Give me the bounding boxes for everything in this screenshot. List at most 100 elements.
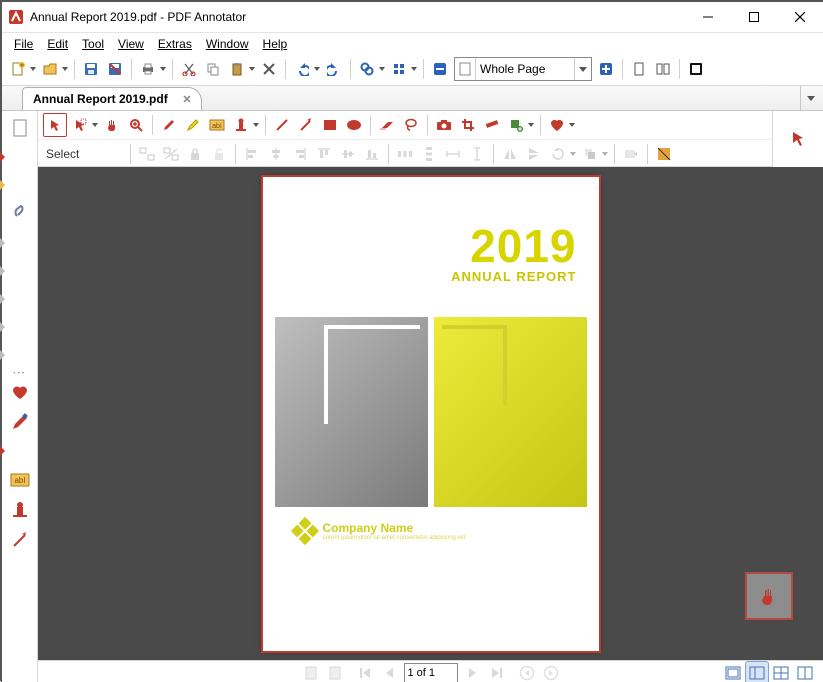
tool-pan[interactable] [101, 114, 123, 136]
sidetab-favorite[interactable] [6, 378, 34, 406]
nav-center: 1 of 1 [299, 662, 563, 682]
align-middle [337, 143, 359, 165]
marker-yellow[interactable] [0, 171, 5, 199]
minimize-button[interactable] [685, 2, 731, 32]
company-name: Company Name [323, 521, 414, 535]
menu-tool[interactable]: Tool [76, 35, 110, 53]
new-button[interactable] [7, 58, 37, 80]
tool-crop[interactable] [457, 114, 479, 136]
maximize-button[interactable] [731, 2, 777, 32]
tool-highlighter[interactable] [182, 114, 204, 136]
distribute-v [418, 143, 440, 165]
next-page-button [462, 662, 484, 682]
marker-gray-5[interactable] [0, 341, 5, 369]
page-icon [455, 58, 476, 80]
sidetab-arrow[interactable] [6, 526, 34, 554]
save-button[interactable] [80, 58, 102, 80]
paste-button[interactable] [226, 58, 256, 80]
tool-add[interactable] [505, 114, 535, 136]
close-button[interactable] [777, 2, 823, 32]
sidetab-stamp[interactable] [6, 496, 34, 524]
separator [427, 115, 428, 135]
menu-help[interactable]: Help [257, 35, 294, 53]
separator [388, 144, 389, 164]
marker-gray-1[interactable] [0, 229, 5, 257]
tool-ellipse[interactable] [343, 114, 365, 136]
separator [350, 59, 351, 79]
marker-gray-3[interactable] [0, 285, 5, 313]
layout-a-button[interactable] [722, 662, 744, 682]
print-button[interactable] [137, 58, 167, 80]
layout-b-button[interactable] [746, 662, 768, 682]
tool-textbox[interactable]: abI [206, 114, 228, 136]
tool-favorite[interactable] [546, 114, 576, 136]
annotation-row-2: Select [38, 139, 823, 168]
tool-measure[interactable] [481, 114, 503, 136]
tool-eraser[interactable] [376, 114, 398, 136]
layout-single-button[interactable] [628, 58, 650, 80]
menu-view[interactable]: View [112, 35, 150, 53]
floating-pan-button[interactable] [745, 572, 793, 620]
page-field[interactable]: 1 of 1 [404, 663, 458, 682]
navbar: 1 of 1 [38, 660, 823, 682]
zoom-in-button[interactable] [595, 58, 617, 80]
find-button[interactable] [356, 58, 386, 80]
sidetab-pen[interactable] [6, 408, 34, 436]
tab-close-button[interactable]: ✕ [181, 93, 193, 105]
save-as-button[interactable] [104, 58, 126, 80]
tool-line[interactable] [271, 114, 293, 136]
document-page[interactable]: 2019 ANNUAL REPORT Company Name Lorem ip… [263, 177, 599, 651]
color-swatch[interactable] [653, 143, 675, 165]
tool-snapshot[interactable] [433, 114, 455, 136]
redo-button[interactable] [323, 58, 345, 80]
viewer-canvas[interactable]: 2019 ANNUAL REPORT Company Name Lorem ip… [38, 167, 823, 660]
copy-button[interactable] [202, 58, 224, 80]
tool-select[interactable] [43, 113, 67, 137]
cursor-mode-panel[interactable] [772, 111, 823, 167]
separator [622, 59, 623, 79]
tool-arrow[interactable] [295, 114, 317, 136]
tool-zoom[interactable] [125, 114, 147, 136]
document-tab[interactable]: Annual Report 2019.pdf ✕ [22, 87, 202, 110]
flatten-button [620, 143, 642, 165]
tool-lasso[interactable] [400, 114, 422, 136]
tool-rect[interactable] [319, 114, 341, 136]
menu-edit[interactable]: Edit [41, 35, 74, 53]
sidetab-text[interactable]: abI [6, 466, 34, 494]
marker-red[interactable] [0, 143, 5, 171]
left-palette: abI [2, 111, 38, 682]
undo-button[interactable] [291, 58, 321, 80]
nav-back-button [516, 662, 538, 682]
layout-c-button[interactable] [770, 662, 792, 682]
app-icon [8, 9, 24, 25]
menu-window[interactable]: Window [200, 35, 255, 53]
separator [152, 115, 153, 135]
zoom-out-button[interactable] [429, 58, 451, 80]
bookmarks-button[interactable] [388, 58, 418, 80]
tab-overflow-button[interactable] [800, 86, 821, 110]
menu-file[interactable]: File [8, 35, 39, 53]
open-button[interactable] [39, 58, 69, 80]
marker-gray-2[interactable] [0, 257, 5, 285]
tool-pen[interactable] [158, 114, 180, 136]
fullscreen-button[interactable] [685, 58, 707, 80]
menu-extras[interactable]: Extras [152, 35, 198, 53]
flip-h [499, 143, 521, 165]
marker-gray-4[interactable] [0, 313, 5, 341]
separator [74, 59, 75, 79]
zoom-dropdown[interactable] [574, 58, 591, 80]
svg-text:abI: abI [212, 123, 222, 130]
zoom-select[interactable]: Whole Page [454, 57, 592, 81]
marker-red-2[interactable] [0, 437, 5, 465]
distribute-h [394, 143, 416, 165]
cut-button[interactable] [178, 58, 200, 80]
sidetab-page[interactable] [6, 114, 34, 142]
same-width [442, 143, 464, 165]
layout-d-button[interactable] [794, 662, 816, 682]
separator [423, 59, 424, 79]
sidetab-attach[interactable] [6, 200, 34, 228]
tool-stamp[interactable] [230, 114, 260, 136]
layout-two-button[interactable] [652, 58, 674, 80]
delete-button[interactable] [258, 58, 280, 80]
tool-select-mode[interactable] [69, 114, 99, 136]
